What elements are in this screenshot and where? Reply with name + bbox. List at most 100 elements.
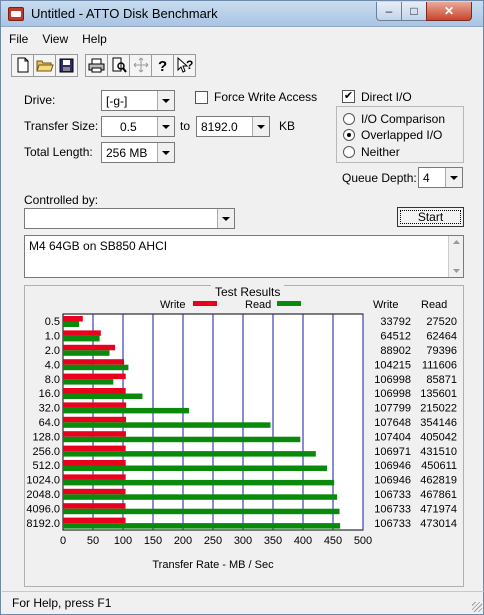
- description-scrollbar[interactable]: [448, 236, 463, 277]
- read-column-header: Read: [421, 299, 447, 311]
- atto-app-icon: [8, 7, 24, 21]
- read-bar: [63, 407, 189, 414]
- menu-view[interactable]: View: [35, 30, 75, 48]
- io-comparison-radio[interactable]: [343, 113, 355, 125]
- chevron-down-icon[interactable]: [157, 91, 174, 110]
- read-bar: [63, 465, 328, 471]
- x-axis-title: Transfer Rate - MB / Sec: [152, 559, 274, 571]
- write-value-label: 106998: [374, 374, 411, 386]
- category-label: 2048.0: [26, 489, 60, 501]
- transfer-from-select[interactable]: 0.5: [101, 116, 175, 137]
- description-textbox[interactable]: M4 64GB on SB850 AHCI: [24, 235, 464, 278]
- x-tick-label: 150: [144, 535, 162, 547]
- read-value-label: 215022: [420, 403, 457, 415]
- drive-select[interactable]: [-g-]: [101, 90, 175, 111]
- chevron-down-icon[interactable]: [217, 209, 234, 228]
- write-bar: [63, 344, 116, 351]
- app-window: Untitled - ATTO Disk Benchmark – □ ✕ Fil…: [0, 0, 484, 615]
- neither-radio[interactable]: [343, 146, 355, 158]
- svg-text:?: ?: [158, 58, 167, 73]
- transfer-to-select[interactable]: 8192.0: [196, 116, 270, 137]
- window-title: Untitled - ATTO Disk Benchmark: [31, 6, 218, 21]
- chevron-down-icon[interactable]: [157, 117, 174, 136]
- read-value-label: 135601: [420, 388, 457, 400]
- write-bar: [63, 402, 127, 408]
- x-tick-label: 450: [324, 535, 342, 547]
- legend-read-swatch: [277, 301, 301, 306]
- read-bar: [63, 350, 110, 356]
- category-label: 8192.0: [26, 518, 60, 530]
- controlled-by-label: Controlled by:: [24, 193, 99, 207]
- chevron-down-icon[interactable]: [445, 168, 462, 187]
- direct-io-label: Direct I/O: [361, 90, 412, 104]
- read-bar: [63, 451, 316, 457]
- x-tick-label: 350: [264, 535, 282, 547]
- chevron-down-icon[interactable]: [157, 143, 174, 162]
- category-label: 4096.0: [26, 503, 60, 515]
- drive-value: [-g-]: [106, 94, 128, 108]
- menu-file[interactable]: File: [2, 30, 35, 48]
- read-value-label: 405042: [420, 431, 457, 443]
- write-column-header: Write: [373, 299, 398, 311]
- read-value-label: 79396: [426, 345, 457, 357]
- maximize-button[interactable]: □: [401, 2, 427, 21]
- write-value-label: 106998: [374, 388, 411, 400]
- write-bar: [63, 416, 127, 423]
- start-button[interactable]: Start: [397, 207, 464, 227]
- read-bar: [63, 523, 341, 529]
- x-tick-label: 200: [174, 535, 192, 547]
- svg-text:?: ?: [186, 58, 193, 72]
- print-preview-icon[interactable]: [107, 53, 130, 77]
- direct-io-checkbox[interactable]: ✔: [342, 90, 355, 103]
- queue-depth-select[interactable]: 4: [418, 167, 463, 188]
- read-bar: [63, 335, 100, 342]
- read-value-label: 462819: [420, 475, 457, 487]
- read-bar: [63, 393, 143, 399]
- force-write-checkbox[interactable]: [195, 91, 208, 104]
- category-label: 64.0: [39, 417, 60, 429]
- write-value-label: 106971: [374, 446, 411, 458]
- transfer-to-value: 8192.0: [201, 120, 238, 134]
- read-bar: [63, 508, 340, 515]
- write-value-label: 104215: [374, 359, 411, 371]
- x-tick-label: 300: [234, 535, 252, 547]
- save-disk-icon[interactable]: [55, 53, 78, 77]
- new-file-icon[interactable]: [11, 53, 34, 77]
- io-comparison-label: I/O Comparison: [361, 112, 446, 126]
- category-label: 512.0: [32, 460, 60, 472]
- help-question-icon[interactable]: ?: [151, 53, 174, 77]
- write-value-label: 107404: [374, 431, 411, 443]
- results-chart: Write Read Write Read 0 50 100 150 200 250 300…: [26, 299, 457, 571]
- write-value-label: 106946: [374, 475, 411, 487]
- read-value-label: 62464: [426, 331, 457, 343]
- minimize-button[interactable]: –: [376, 2, 402, 21]
- open-folder-icon[interactable]: [33, 53, 56, 77]
- title-bar[interactable]: Untitled - ATTO Disk Benchmark – □ ✕: [1, 1, 483, 27]
- close-button[interactable]: ✕: [426, 2, 472, 21]
- write-bar: [63, 431, 126, 437]
- category-label: 256.0: [32, 446, 60, 458]
- resize-grip-icon[interactable]: [472, 602, 482, 612]
- total-length-select[interactable]: 256 MB: [101, 142, 175, 163]
- controlled-by-select[interactable]: [24, 208, 235, 229]
- drive-label: Drive:: [24, 93, 56, 107]
- move-icon[interactable]: [129, 53, 152, 77]
- category-label: 0.5: [45, 316, 60, 328]
- toolbar: ? ?: [11, 52, 196, 78]
- read-bar: [63, 479, 335, 486]
- overlapped-io-radio[interactable]: [343, 129, 355, 141]
- description-text: M4 64GB on SB850 AHCI: [29, 239, 168, 253]
- write-bar: [63, 359, 125, 365]
- read-bar: [63, 494, 338, 500]
- context-help-icon[interactable]: ?: [173, 53, 196, 77]
- x-tick-label: 0: [60, 535, 66, 547]
- chevron-down-icon[interactable]: [252, 117, 269, 136]
- read-value-label: 473014: [420, 518, 457, 530]
- print-icon[interactable]: [85, 53, 108, 77]
- legend-read-label: Read: [245, 299, 271, 311]
- category-label: 1024.0: [26, 475, 60, 487]
- menu-help[interactable]: Help: [75, 30, 114, 48]
- category-label: 8.0: [45, 374, 60, 386]
- legend-write-swatch: [193, 301, 217, 306]
- write-bar: [63, 517, 126, 524]
